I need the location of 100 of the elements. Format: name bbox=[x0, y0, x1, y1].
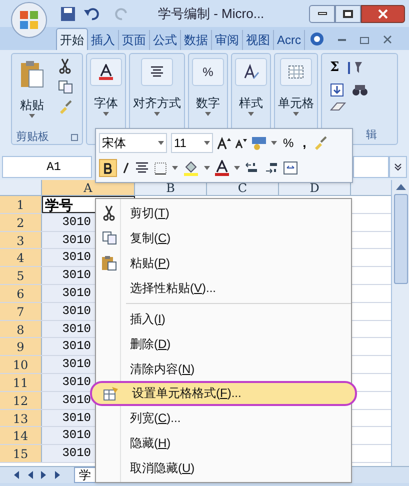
caret-icon bbox=[103, 112, 109, 116]
row-header[interactable]: 11 bbox=[0, 374, 42, 391]
eraser-icon[interactable] bbox=[330, 102, 346, 112]
shrink-font-icon[interactable] bbox=[235, 138, 247, 148]
group-label: 剪贴板 bbox=[16, 130, 49, 145]
row-header[interactable]: 7 bbox=[0, 302, 42, 320]
caret-icon bbox=[172, 166, 178, 170]
clipboard-icon bbox=[101, 254, 117, 271]
row-header[interactable]: 3 bbox=[0, 232, 42, 248]
border-icon[interactable] bbox=[154, 162, 167, 174]
ribbon-close-icon[interactable] bbox=[383, 35, 392, 44]
percent-button[interactable]: % bbox=[281, 134, 296, 152]
group-button-label[interactable]: 样式 bbox=[239, 94, 263, 112]
row-header[interactable]: 14 bbox=[0, 427, 42, 444]
caret-icon bbox=[293, 112, 299, 116]
copy-icon bbox=[102, 231, 116, 246]
row-header[interactable]: 9 bbox=[0, 338, 42, 356]
redo-icon bbox=[114, 6, 130, 20]
save-icon[interactable] bbox=[60, 6, 76, 22]
ribbon-restore-icon[interactable] bbox=[360, 37, 369, 44]
formula-field[interactable] bbox=[353, 156, 389, 178]
row-header[interactable]: 13 bbox=[0, 410, 42, 426]
decrease-decimal-icon[interactable] bbox=[264, 162, 278, 174]
column-header[interactable]: A bbox=[42, 180, 135, 195]
align-center-icon bbox=[135, 162, 149, 174]
caret-icon bbox=[204, 166, 210, 170]
italic-icon[interactable] bbox=[122, 162, 130, 174]
caret-icon bbox=[234, 166, 240, 170]
paintbrush-icon[interactable] bbox=[313, 136, 328, 150]
row-header[interactable]: 5 bbox=[0, 267, 42, 284]
group-button[interactable]: % bbox=[192, 58, 224, 86]
paste-button[interactable]: 粘贴 bbox=[12, 54, 52, 130]
caret-icon bbox=[158, 141, 164, 145]
vertical-scrollbar[interactable] bbox=[391, 180, 409, 466]
minimize-button[interactable] bbox=[309, 4, 335, 22]
row-header[interactable]: 15 bbox=[0, 445, 42, 462]
group-button[interactable] bbox=[141, 58, 173, 86]
group-button[interactable] bbox=[235, 58, 267, 86]
caret-icon bbox=[29, 114, 35, 118]
row-header[interactable]: 1 bbox=[0, 196, 42, 213]
percent-icon: % bbox=[202, 63, 214, 81]
fill-down-icon[interactable] bbox=[330, 82, 344, 96]
scroll-up-icon[interactable] bbox=[396, 184, 406, 190]
row-header[interactable]: 6 bbox=[0, 284, 42, 302]
font-dropdown[interactable]: 宋体 bbox=[99, 133, 167, 153]
fill-bucket-icon[interactable] bbox=[183, 160, 199, 176]
name-box[interactable]: A1 bbox=[2, 156, 92, 178]
comma-button[interactable]: , bbox=[300, 133, 310, 153]
row-header[interactable]: 4 bbox=[0, 249, 42, 266]
maximize-button[interactable] bbox=[335, 4, 361, 22]
caret-icon bbox=[154, 112, 160, 116]
bold-icon[interactable] bbox=[99, 159, 117, 177]
caret-icon bbox=[248, 112, 254, 116]
ribbon-tab[interactable]: 开始 bbox=[56, 28, 88, 50]
paintbrush-icon[interactable] bbox=[58, 100, 72, 114]
sum-icon[interactable]: Σ bbox=[330, 58, 340, 78]
caret-icon bbox=[205, 112, 211, 116]
skip-arrow-icon[interactable] bbox=[54, 471, 62, 479]
group-label: 辑 bbox=[366, 128, 378, 142]
caret-icon bbox=[271, 141, 277, 145]
close-button[interactable] bbox=[361, 4, 405, 22]
group-button[interactable] bbox=[90, 58, 122, 86]
skip-arrow-icon[interactable] bbox=[12, 471, 20, 479]
office-logo-icon bbox=[19, 10, 39, 30]
scissors-icon bbox=[58, 58, 72, 74]
sort-filter-icon[interactable] bbox=[347, 60, 364, 75]
chevron-icon bbox=[394, 162, 402, 170]
group-button-label[interactable]: 单元格 bbox=[278, 94, 314, 112]
grow-font-icon[interactable] bbox=[217, 136, 231, 150]
table-format-icon bbox=[103, 386, 119, 401]
row-header[interactable]: 2 bbox=[0, 214, 42, 231]
dialog-launcher-icon[interactable] bbox=[71, 134, 78, 140]
caret-icon bbox=[204, 141, 210, 145]
clipboard-icon bbox=[20, 60, 44, 88]
font-color-icon[interactable] bbox=[215, 160, 229, 176]
expand-button[interactable] bbox=[389, 156, 407, 178]
group-button-label[interactable]: 对齐方式 bbox=[133, 94, 181, 112]
menu-item[interactable]: 设置单元格格式(F)... bbox=[90, 381, 357, 406]
scroll-thumb[interactable] bbox=[394, 194, 408, 284]
binoculars-icon[interactable] bbox=[352, 84, 368, 96]
group-button-label[interactable]: 数字 bbox=[196, 94, 220, 112]
size-dropdown[interactable]: 11 bbox=[171, 133, 213, 153]
align-center-icon bbox=[150, 66, 164, 78]
row-header[interactable]: 12 bbox=[0, 392, 42, 409]
row-header[interactable]: 8 bbox=[0, 320, 42, 338]
row-header[interactable]: 10 bbox=[0, 356, 42, 373]
styled-letter-icon bbox=[243, 64, 259, 80]
merge-cells-icon[interactable] bbox=[283, 161, 298, 175]
window-title: 学号编制 - Micro... bbox=[158, 4, 264, 23]
grid-cells-icon bbox=[288, 65, 304, 79]
font-color-icon bbox=[98, 64, 114, 80]
money-format-icon[interactable] bbox=[251, 136, 267, 150]
undo-icon[interactable] bbox=[84, 6, 100, 20]
close-icon bbox=[378, 8, 388, 18]
group-button-label[interactable]: 字体 bbox=[94, 94, 118, 112]
copy-icon bbox=[58, 80, 72, 94]
scissors-icon bbox=[102, 205, 116, 222]
increase-decimal-icon[interactable] bbox=[245, 162, 259, 174]
sheet-tab[interactable]: 学 bbox=[74, 467, 96, 483]
help-icon[interactable] bbox=[310, 32, 324, 46]
